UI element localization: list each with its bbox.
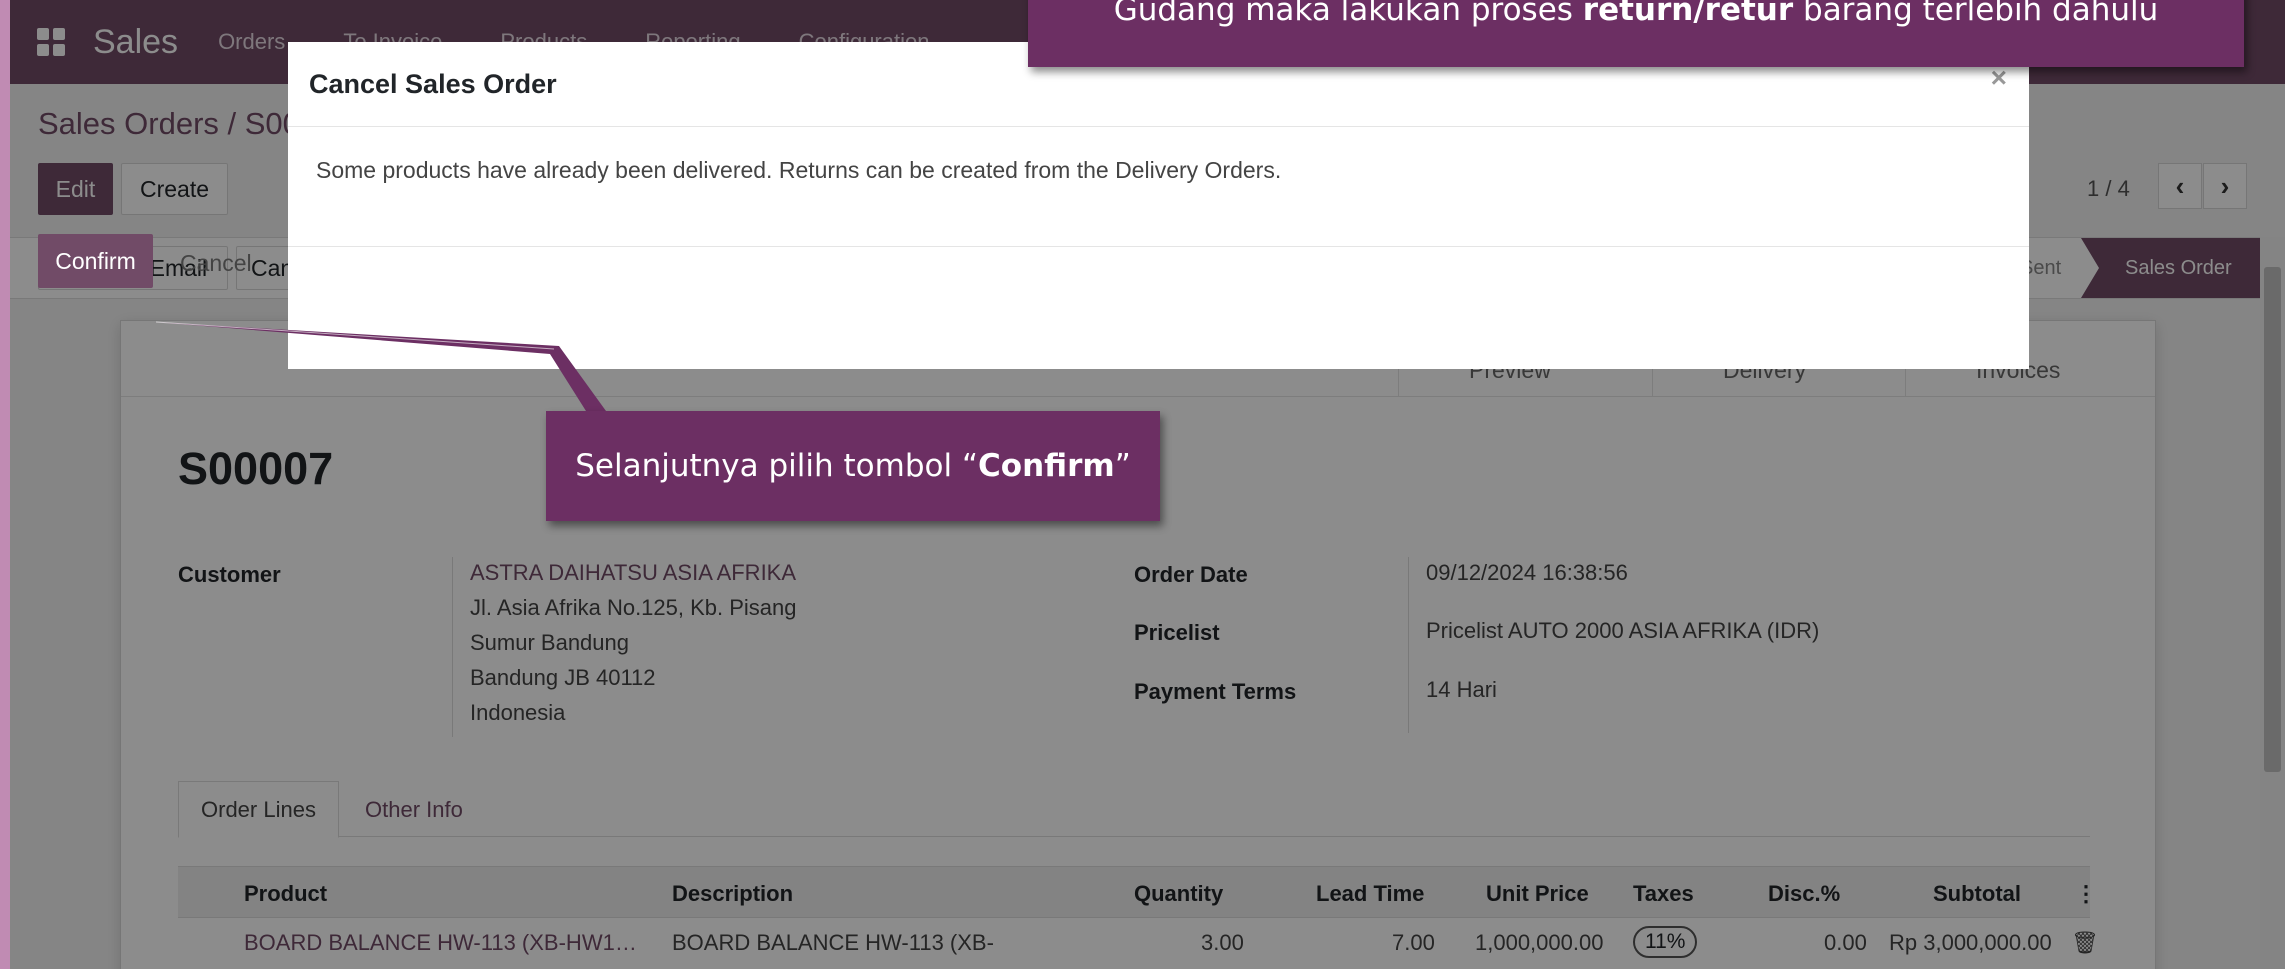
callout-top-bold: return/retur (1582, 0, 1794, 28)
callout-top-text-end: barang terlebih dahulu (1793, 0, 2159, 28)
callout-main-text-end: ” (1114, 448, 1131, 484)
instruction-callout-confirm: Selanjutnya pilih tombol “Confirm” (546, 411, 1160, 521)
instruction-callout-top: Gudang maka lakukan proses return/retur … (1028, 0, 2244, 67)
odoo-app: Sales Orders To Invoice Products Reporti… (10, 0, 2285, 969)
callout-top-text: Gudang maka lakukan proses (1113, 0, 1583, 28)
callout-main-bold: Confirm (978, 448, 1115, 484)
callout-main-text: Selanjutnya pilih tombol “ (575, 448, 979, 484)
